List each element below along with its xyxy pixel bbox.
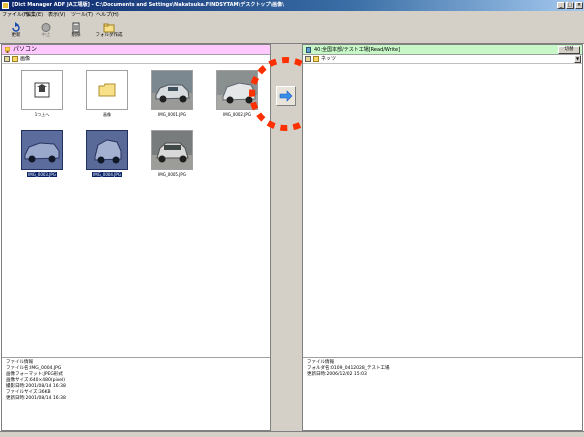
photo-caption-1: IMG_0001.JPG [158, 112, 186, 117]
folder-icon [313, 56, 319, 62]
local-file-info: ファイル情報 ファイル名:IMG_0004.JPG 画像フォーマット:JPEG形… [2, 357, 270, 430]
server-path-bar[interactable]: ネッツ ▼ [303, 55, 582, 64]
photo-thumbnail-4[interactable] [86, 130, 128, 170]
car-photo [152, 71, 192, 109]
info-modified-date: 更新日時:2001/08/14 16:38 [6, 396, 66, 401]
new-folder-icon [103, 22, 115, 33]
photo-caption-5: IMG_0005.JPG [158, 172, 186, 177]
photo-thumbnail-1[interactable] [151, 70, 193, 110]
server-icon [306, 47, 311, 53]
close-button[interactable]: × [575, 2, 583, 9]
stop-icon [40, 22, 52, 33]
folder-icon [12, 56, 18, 62]
app-icon [2, 2, 9, 9]
delete-icon [70, 22, 82, 33]
local-pane: パソコン 画像 1つ上へ 画像 IMG_0001.JPG IMG_0002.JP… [1, 44, 271, 431]
local-pane-header: パソコン [2, 45, 270, 55]
up-folder-item[interactable] [21, 70, 63, 110]
folder-caption: 画像 [103, 112, 111, 117]
status-bar [0, 431, 584, 437]
window-title: [Dict Manager ADF JA工場版] - C:\Documents … [12, 2, 284, 8]
menu-file[interactable]: ファイル(F) [2, 12, 29, 19]
server-path-text: ネッツ [321, 56, 337, 62]
new-folder-button[interactable]: フォルダ作成 [92, 22, 126, 42]
server-pane-header: 40:全国本部/テスト工場[Read/Write] 切替 [303, 45, 582, 55]
refresh-icon [10, 22, 22, 33]
photo-caption-3-text: IMG_0003.JPG [27, 172, 57, 177]
folder-item-images[interactable] [86, 70, 128, 110]
server-pane: 40:全国本部/テスト工場[Read/Write] 切替 ネッツ ▼ ファイル情… [302, 44, 583, 431]
menu-bar: ファイル(F) 編集(E) 表示(V) ツール(T) ヘルプ(H) [0, 11, 584, 20]
switch-button[interactable]: 切替 [558, 46, 580, 54]
photo-thumbnail-3[interactable] [21, 130, 63, 170]
photo-caption-4-text: IMG_0004.JPG [92, 172, 122, 177]
photo-caption-4: IMG_0004.JPG [80, 172, 134, 177]
photo-thumbnail-5[interactable] [151, 130, 193, 170]
menu-help[interactable]: ヘルプ(H) [96, 12, 119, 19]
server-file-info: ファイル情報 フォルダ名:0109_0412028_テスト工場 更新日時:200… [303, 357, 582, 430]
up-arrow-icon [34, 82, 50, 98]
server-pane-title: 40:全国本部/テスト工場[Read/Write] [314, 47, 401, 53]
car-photo [152, 131, 192, 169]
local-path-bar[interactable]: 画像 [2, 55, 270, 64]
car-photo [22, 131, 62, 169]
menu-tools[interactable]: ツール(T) [71, 12, 93, 19]
up-folder-icon[interactable] [4, 56, 10, 62]
menu-edit[interactable]: 編集(E) [26, 12, 43, 19]
computer-icon [4, 46, 11, 53]
photo-caption-3: IMG_0003.JPG [15, 172, 69, 177]
minimize-button[interactable]: _ [557, 2, 565, 9]
refresh-label: 更新 [11, 33, 21, 38]
path-dropdown-arrow-icon[interactable]: ▼ [574, 55, 581, 63]
stop-label: 中止 [41, 33, 51, 38]
stop-button[interactable]: 中止 [34, 22, 58, 42]
up-folder-caption: 1つ上へ [34, 112, 50, 117]
local-path-text: 画像 [20, 56, 31, 62]
title-bar: [Dict Manager ADF JA工場版] - C:\Documents … [0, 0, 584, 11]
refresh-button[interactable]: 更新 [4, 22, 28, 42]
server-info-modified-date: 更新日時:2006/12/02 15:03 [307, 372, 367, 377]
delete-label: 削除 [71, 33, 81, 38]
local-pane-title: パソコン [13, 46, 38, 53]
folder-icon [98, 83, 116, 97]
maximize-button[interactable]: □ [566, 2, 574, 9]
delete-button[interactable]: 削除 [64, 22, 88, 42]
car-photo [87, 131, 127, 169]
up-folder-icon[interactable] [305, 56, 311, 62]
menu-view[interactable]: 表示(V) [48, 12, 65, 19]
new-folder-label: フォルダ作成 [95, 33, 123, 38]
toolbar: 更新 中止 削除 フォルダ作成 [0, 20, 584, 44]
